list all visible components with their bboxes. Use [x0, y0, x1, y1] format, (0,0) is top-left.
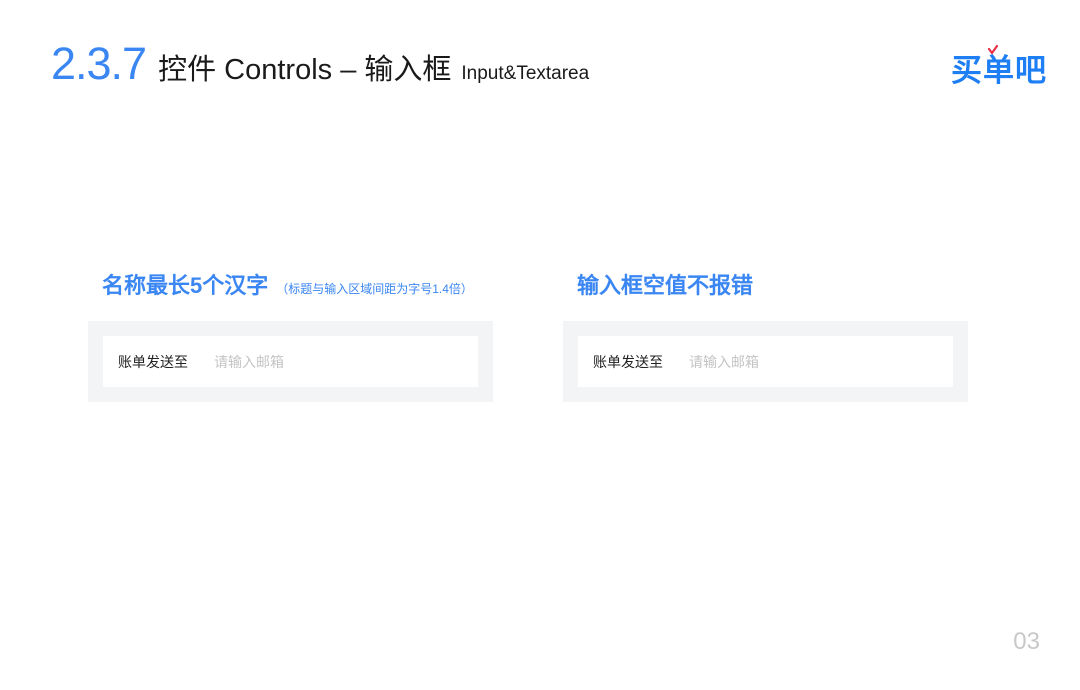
brand-check-icon — [988, 45, 998, 55]
example-label: 输入框空值不报错 — [577, 268, 968, 300]
section-number: 2.3.7 — [51, 38, 147, 89]
example-label: 名称最长5个汉字 （标题与输入区域间距为字号1.4倍） — [102, 268, 493, 300]
input-field-row: 账单发送至 — [578, 336, 953, 387]
input-field-row: 账单发送至 — [103, 336, 478, 387]
page-title: 控件 Controls – 输入框 — [158, 54, 452, 86]
input-demo-panel: 账单发送至 — [563, 321, 968, 402]
example-title: 输入框空值不报错 — [577, 273, 754, 298]
field-label: 账单发送至 — [593, 353, 663, 370]
page-header: 2.3.7 控件 Controls – 输入框 Input&Textarea — [51, 38, 589, 90]
field-label: 账单发送至 — [118, 353, 188, 370]
input-demo-panel: 账单发送至 — [88, 321, 493, 402]
example-empty-no-error: 输入框空值不报错 账单发送至 — [563, 268, 968, 402]
example-title: 名称最长5个汉字 — [102, 273, 269, 298]
email-input[interactable] — [214, 353, 454, 370]
example-note: （标题与输入区域间距为字号1.4倍） — [276, 282, 473, 296]
example-name-length: 名称最长5个汉字 （标题与输入区域间距为字号1.4倍） 账单发送至 — [88, 268, 493, 402]
page-subtitle: Input&Textarea — [461, 63, 590, 84]
page-number: 03 — [1013, 628, 1040, 655]
brand-logo: 买单吧 — [951, 53, 1047, 88]
email-input[interactable] — [689, 353, 929, 370]
